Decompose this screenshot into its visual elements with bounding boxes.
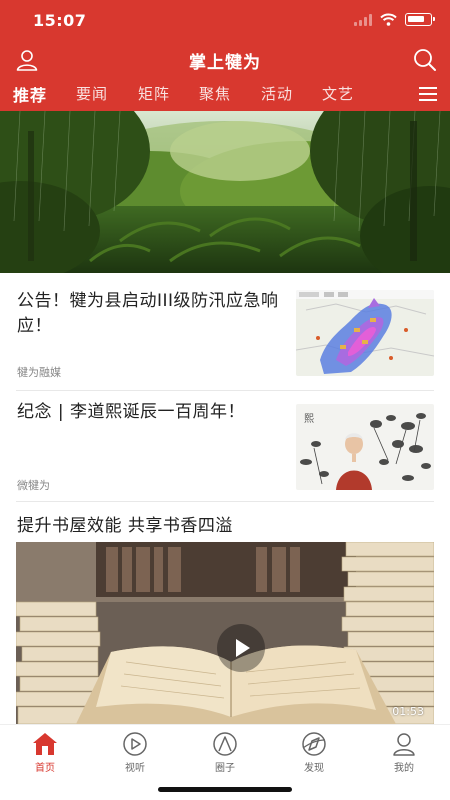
battery-icon bbox=[405, 13, 435, 26]
list-item[interactable]: 公告！犍为县启动III级防汛应急响应！ 犍为融媒 bbox=[0, 273, 450, 390]
tab-discover-label: 发现 bbox=[304, 763, 324, 774]
video-article-title[interactable]: 提升书屋效能 共享书香四溢 bbox=[17, 511, 233, 536]
play-button[interactable] bbox=[217, 624, 265, 672]
video-duration: 01:53 bbox=[392, 705, 424, 718]
category-tabs: 推荐 要闻 矩阵 聚焦 活动 文艺 bbox=[0, 80, 450, 111]
video-player[interactable]: 01:53 bbox=[16, 542, 434, 724]
article-title[interactable]: 纪念 | 李道熙诞辰一百周年！ bbox=[17, 400, 292, 425]
tab-audio-video-label: 视听 bbox=[125, 763, 145, 774]
tab-home-label: 首页 bbox=[35, 763, 55, 774]
signal-icon bbox=[354, 13, 372, 26]
tab-headlines[interactable]: 要闻 bbox=[76, 83, 108, 104]
title-bar: 掌上犍为 bbox=[0, 44, 450, 80]
app-title: 掌上犍为 bbox=[189, 53, 261, 73]
tab-recommend[interactable]: 推荐 bbox=[13, 82, 47, 106]
menu-icon[interactable] bbox=[419, 87, 437, 101]
play-circle-icon bbox=[123, 732, 147, 756]
tab-focus[interactable]: 聚焦 bbox=[199, 83, 231, 104]
status-time: 15:07 bbox=[33, 11, 87, 30]
tab-circle[interactable]: 圈子 bbox=[195, 731, 255, 774]
home-icon bbox=[33, 733, 57, 755]
tab-home[interactable]: 首页 bbox=[15, 731, 75, 774]
tab-circle-label: 圈子 bbox=[215, 763, 235, 774]
status-indicators bbox=[354, 13, 435, 26]
tab-mine-label: 我的 bbox=[394, 763, 414, 774]
tab-matrix[interactable]: 矩阵 bbox=[138, 83, 170, 104]
app-header: 15:07 掌上犍为 推荐 要闻 矩阵 聚焦 活动 文艺 bbox=[0, 0, 450, 111]
circle-triangle-icon bbox=[213, 732, 237, 756]
status-bar: 15:07 bbox=[0, 0, 450, 44]
article-title[interactable]: 公告！犍为县启动III级防汛应急响应！ bbox=[17, 289, 287, 339]
article-thumbnail[interactable] bbox=[296, 290, 434, 376]
article-source: 微犍为 bbox=[17, 479, 50, 492]
tab-mine[interactable]: 我的 bbox=[374, 731, 434, 774]
search-icon[interactable] bbox=[412, 47, 438, 73]
home-indicator bbox=[158, 787, 292, 792]
article-source: 犍为融媒 bbox=[17, 366, 61, 379]
tab-discover[interactable]: 发现 bbox=[284, 731, 344, 774]
article-thumbnail[interactable]: 熙 bbox=[296, 404, 434, 490]
wifi-icon bbox=[380, 13, 397, 26]
tab-arts[interactable]: 文艺 bbox=[322, 83, 354, 104]
compass-icon bbox=[302, 732, 326, 756]
tab-audio-video[interactable]: 视听 bbox=[105, 731, 165, 774]
svg-text:熙: 熙 bbox=[304, 413, 314, 425]
divider bbox=[16, 501, 434, 502]
tab-activities[interactable]: 活动 bbox=[261, 83, 293, 104]
banner-image[interactable] bbox=[0, 111, 450, 273]
list-item[interactable]: 纪念 | 李道熙诞辰一百周年！ 微犍为 熙 bbox=[0, 391, 450, 501]
profile-icon bbox=[393, 733, 415, 756]
